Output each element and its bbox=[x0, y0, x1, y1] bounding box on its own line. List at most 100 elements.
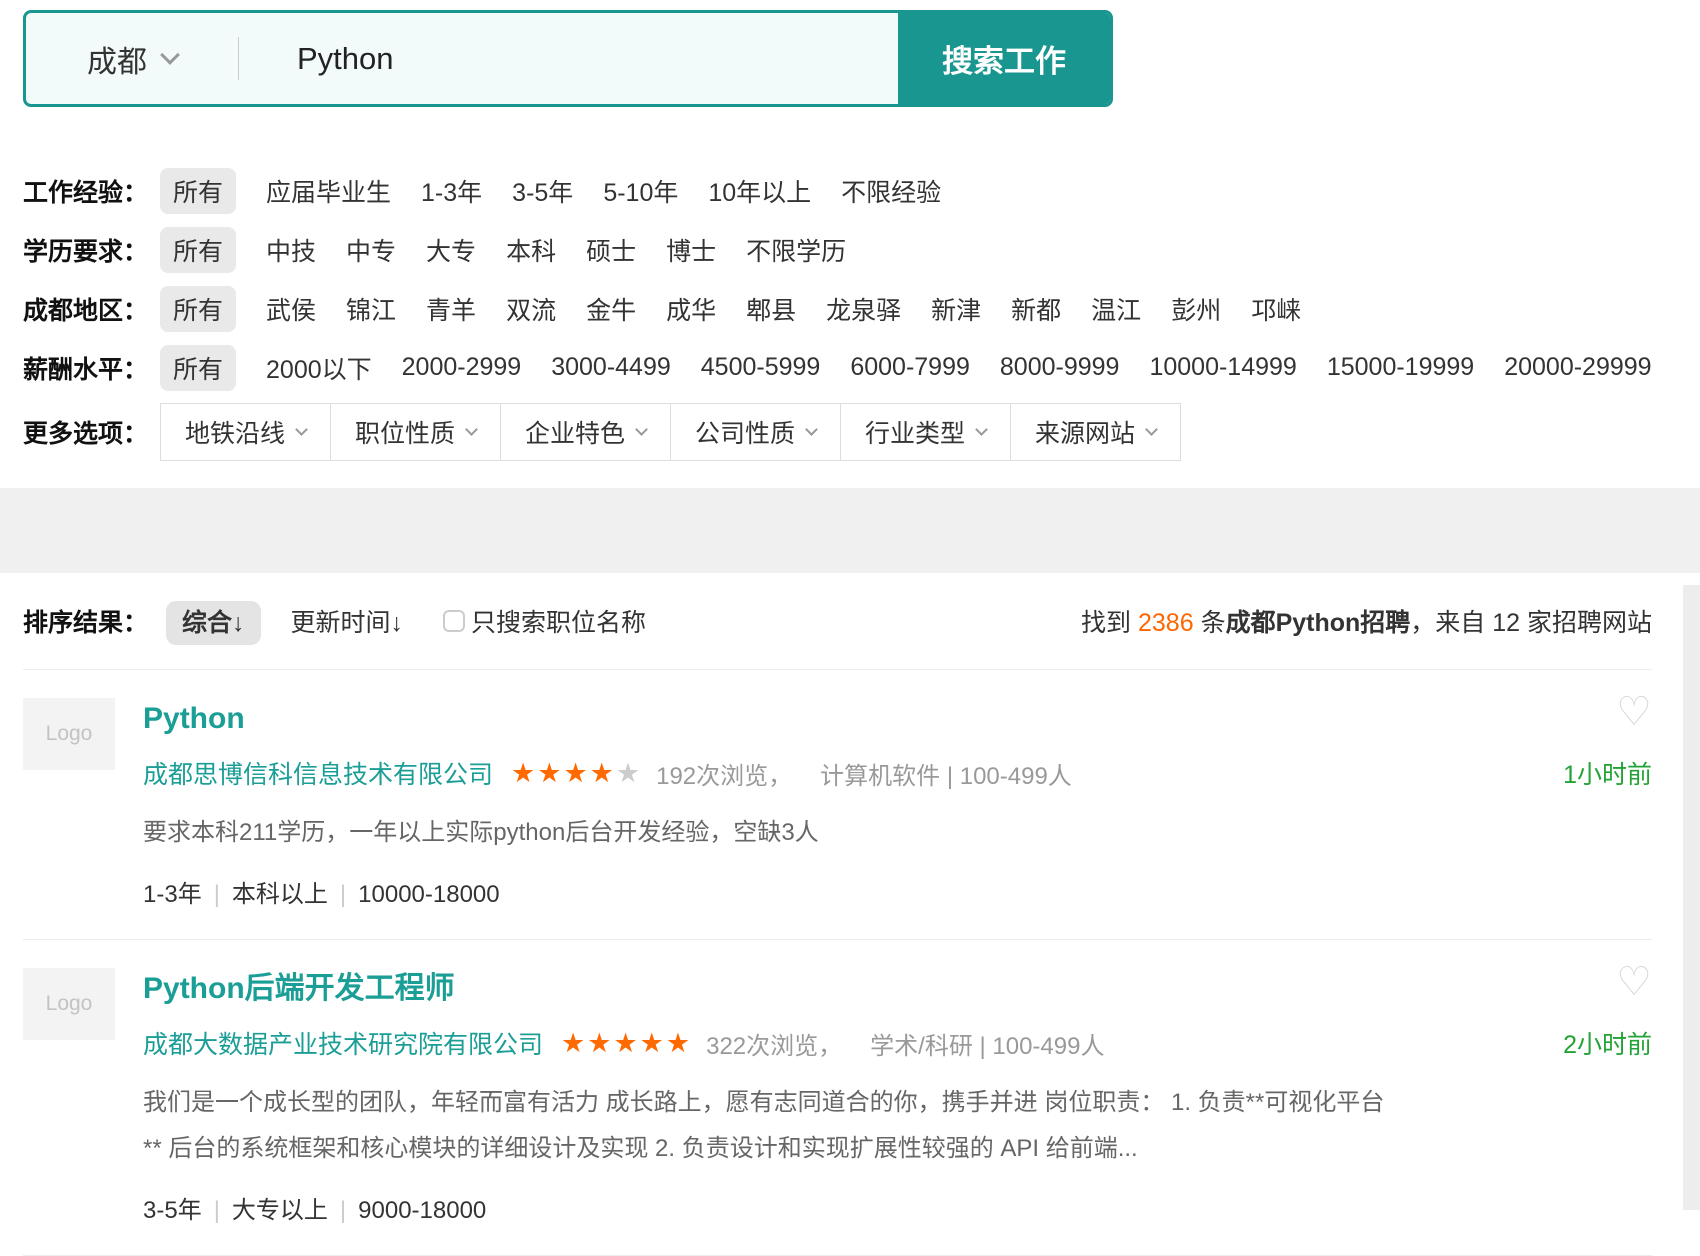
filter-option[interactable]: 双流 bbox=[506, 291, 556, 327]
star-icon: ★ bbox=[666, 1028, 692, 1058]
search-button[interactable]: 搜索工作 bbox=[898, 13, 1110, 104]
job-meta: 1-3年本科以上10000-18000 bbox=[143, 874, 1652, 909]
filter-row: 工作经验： 所有应届毕业生 1-3年 3-5年 5-10年 10年以上不限经验 bbox=[23, 161, 1700, 220]
city-selector[interactable]: 成都 bbox=[26, 13, 238, 104]
filter-option[interactable]: 中技 bbox=[266, 232, 316, 268]
filter-option[interactable]: 应届毕业生 bbox=[266, 173, 391, 209]
filter-option[interactable]: 10年以上 bbox=[708, 173, 811, 209]
filter-option[interactable]: 4500-5999 bbox=[701, 353, 821, 382]
filter-option[interactable]: 10000-14999 bbox=[1149, 353, 1296, 382]
filter-option[interactable]: 所有 bbox=[160, 227, 236, 273]
filter-option[interactable]: 温江 bbox=[1091, 291, 1141, 327]
filter-option[interactable]: 所有 bbox=[160, 168, 236, 214]
company-row: 成都思博信科信息技术有限公司 ★★★★★ 192次浏览， 计算机软件 | 100… bbox=[143, 756, 1652, 790]
filter-option[interactable]: 2000-2999 bbox=[402, 353, 522, 382]
results-summary: 找到 2386 条成都Python招聘，来自 12 家招聘网站 bbox=[1081, 603, 1652, 639]
more-options-dropdown[interactable]: 职位性质 bbox=[330, 403, 501, 461]
job-company[interactable]: 成都大数据产业技术研究院有限公司 bbox=[143, 1025, 543, 1061]
job-salary: 10000-18000 bbox=[358, 881, 499, 908]
sort-row: 排序结果： 综合↓更新时间↓ 只搜索职位名称 找到 2386 条成都Python… bbox=[23, 573, 1652, 670]
filter-option[interactable]: 20000-29999 bbox=[1504, 353, 1651, 382]
filter-option[interactable]: 锦江 bbox=[346, 291, 396, 327]
job-time: 2小时前 bbox=[1563, 1025, 1652, 1061]
title-only-checkbox[interactable] bbox=[443, 610, 465, 632]
filter-option[interactable]: 所有 bbox=[160, 286, 236, 332]
search-input[interactable] bbox=[239, 13, 898, 104]
filter-options: 所有 2000以下 2000-2999 3000-4499 4500-5999 6000-… bbox=[160, 345, 1682, 391]
filter-option[interactable]: 3-5年 bbox=[512, 173, 573, 209]
filter-option[interactable]: 成华 bbox=[666, 291, 716, 327]
filter-option[interactable]: 3000-4499 bbox=[551, 353, 671, 382]
filter-label: 学历要求： bbox=[23, 232, 160, 268]
filter-option[interactable]: 2000以下 bbox=[266, 350, 372, 386]
company-logo[interactable]: Logo bbox=[23, 698, 115, 770]
more-options-dropdown[interactable]: 行业类型 bbox=[840, 403, 1011, 461]
dropdown-label: 来源网站 bbox=[1035, 414, 1135, 450]
checkbox-label: 只搜索职位名称 bbox=[471, 603, 646, 639]
filter-option[interactable]: 武侯 bbox=[266, 291, 316, 327]
job-time: 1小时前 bbox=[1563, 755, 1652, 791]
scrollbar[interactable] bbox=[1683, 585, 1700, 1210]
filter-option[interactable]: 新津 bbox=[931, 291, 981, 327]
dropdown-label: 地铁沿线 bbox=[185, 414, 285, 450]
filter-option[interactable]: 所有 bbox=[160, 345, 236, 391]
gray-band bbox=[0, 488, 1700, 573]
filter-option[interactable]: 8000-9999 bbox=[1000, 353, 1120, 382]
chevron-down-icon bbox=[805, 423, 818, 436]
filter-row: 薪酬水平： 所有 2000以下 2000-2999 3000-4499 4500-599… bbox=[23, 338, 1700, 397]
pipe-divider bbox=[328, 881, 358, 908]
star-icon: ★ bbox=[613, 1028, 639, 1058]
filter-option[interactable]: 青羊 bbox=[426, 291, 476, 327]
filter-option[interactable]: 不限学历 bbox=[746, 232, 846, 268]
filter-option[interactable]: 金牛 bbox=[586, 291, 636, 327]
filter-option[interactable]: 郫县 bbox=[746, 291, 796, 327]
job-title[interactable]: Python bbox=[143, 698, 245, 740]
summary-count: 2386 bbox=[1138, 609, 1194, 637]
more-options-dropdown[interactable]: 地铁沿线 bbox=[160, 403, 331, 461]
sort-option[interactable]: 综合↓ bbox=[166, 601, 261, 645]
pipe-divider bbox=[202, 881, 232, 908]
pipe-divider bbox=[202, 1197, 232, 1224]
filter-option[interactable]: 新都 bbox=[1011, 291, 1061, 327]
job-experience: 1-3年 bbox=[143, 881, 202, 908]
job-title[interactable]: Python后端开发工程师 bbox=[143, 968, 455, 1010]
logo-text: Logo bbox=[46, 722, 93, 746]
dropdown-label: 职位性质 bbox=[355, 414, 455, 450]
rating-stars-icon: ★★★★★ bbox=[511, 760, 642, 787]
filter-option[interactable]: 硕士 bbox=[586, 232, 636, 268]
filter-option[interactable]: 彭州 bbox=[1171, 291, 1221, 327]
more-options-dropdown[interactable]: 企业特色 bbox=[500, 403, 671, 461]
filter-option[interactable]: 6000-7999 bbox=[850, 353, 970, 382]
job-card[interactable]: Logo Python 成都思博信科信息技术有限公司 ★★★★★ 192次浏览，… bbox=[23, 670, 1652, 940]
filter-option[interactable]: 15000-19999 bbox=[1327, 353, 1474, 382]
filter-option[interactable]: 1-3年 bbox=[421, 173, 482, 209]
star-icon: ★ bbox=[561, 1028, 587, 1058]
filter-option[interactable]: 中专 bbox=[346, 232, 396, 268]
filter-option[interactable]: 大专 bbox=[426, 232, 476, 268]
filter-option[interactable]: 博士 bbox=[666, 232, 716, 268]
favorite-heart-icon[interactable] bbox=[1616, 692, 1652, 732]
chevron-down-icon bbox=[160, 45, 180, 65]
chevron-down-icon bbox=[1145, 423, 1158, 436]
more-options-dropdown[interactable]: 公司性质 bbox=[670, 403, 841, 461]
sort-option[interactable]: 更新时间↓ bbox=[291, 609, 404, 637]
filter-option[interactable]: 龙泉驿 bbox=[826, 291, 901, 327]
favorite-heart-icon[interactable] bbox=[1616, 962, 1652, 1002]
company-logo[interactable]: Logo bbox=[23, 968, 115, 1040]
more-options-dropdown[interactable]: 来源网站 bbox=[1010, 403, 1181, 461]
job-body: Python后端开发工程师 成都大数据产业技术研究院有限公司 ★★★★★ 322… bbox=[143, 968, 1652, 1225]
job-views: 322次浏览， bbox=[706, 1026, 842, 1061]
job-card[interactable]: Logo Python后端开发工程师 成都大数据产业技术研究院有限公司 ★★★★… bbox=[23, 940, 1652, 1256]
filter-option[interactable]: 本科 bbox=[506, 232, 556, 268]
filter-option[interactable]: 5-10年 bbox=[603, 173, 678, 209]
filter-option[interactable]: 邛崃 bbox=[1251, 291, 1301, 327]
job-company[interactable]: 成都思博信科信息技术有限公司 bbox=[143, 755, 493, 791]
results-section: 排序结果： 综合↓更新时间↓ 只搜索职位名称 找到 2386 条成都Python… bbox=[23, 573, 1652, 1256]
chevron-down-icon bbox=[635, 423, 648, 436]
filter-label: 薪酬水平： bbox=[23, 350, 160, 386]
chevron-down-icon bbox=[295, 423, 308, 436]
filter-label: 工作经验： bbox=[23, 173, 160, 209]
dropdown-label: 企业特色 bbox=[525, 414, 625, 450]
filter-option[interactable]: 不限经验 bbox=[841, 173, 941, 209]
summary-after-count: 条 bbox=[1194, 609, 1226, 637]
